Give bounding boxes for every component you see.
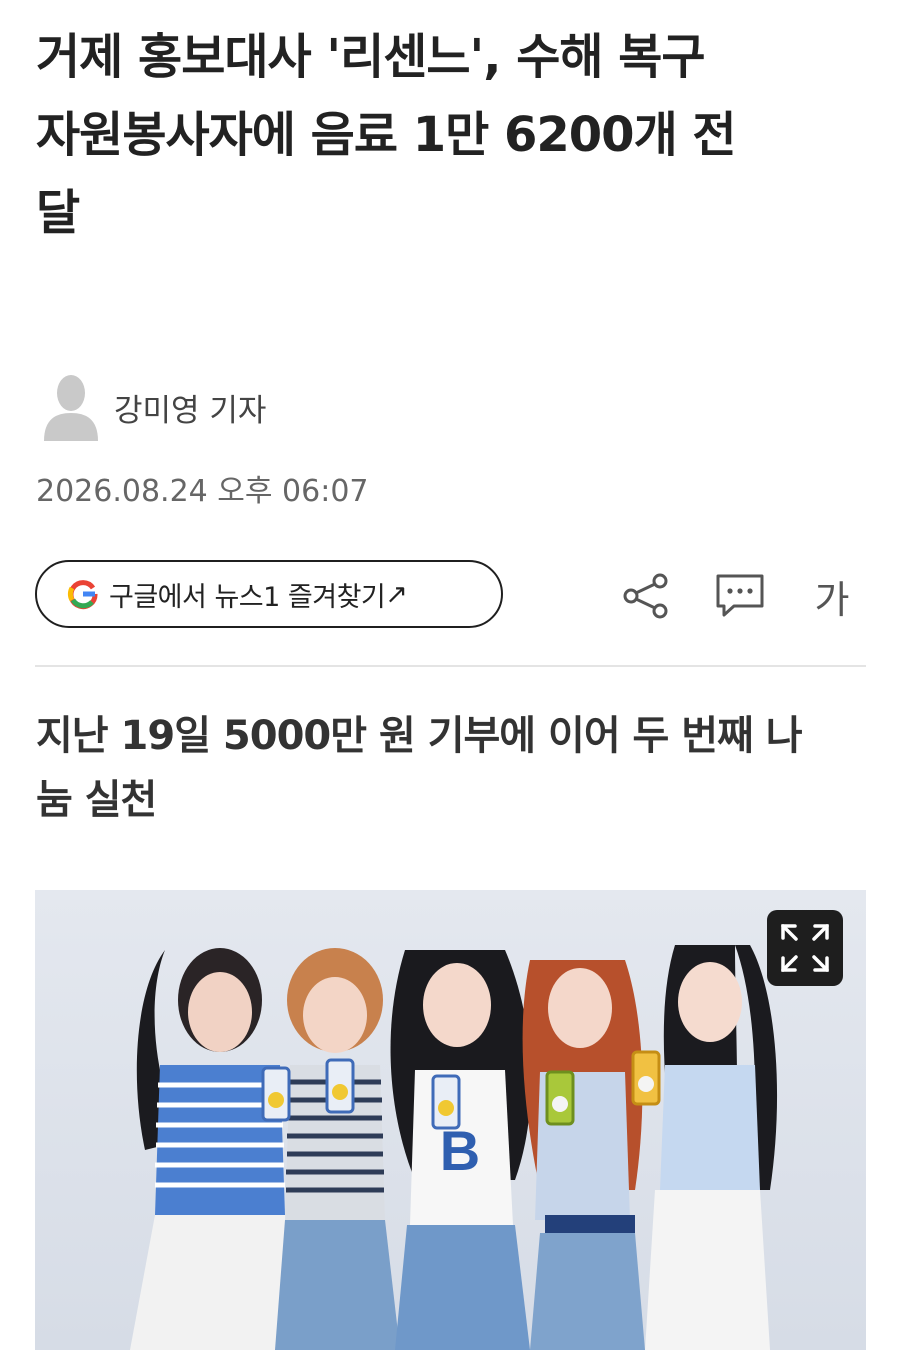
comment-icon xyxy=(716,574,764,617)
headline-line-2: 자원봉사자에 음료 1만 6200개 전 xyxy=(36,107,737,163)
person-silhouette-icon xyxy=(44,375,98,441)
article-photo[interactable]: B xyxy=(35,890,866,1350)
person-4 xyxy=(522,960,645,1350)
publish-datetime: 2026.08.24 오후 06:07 xyxy=(36,474,369,509)
external-arrow-icon: ↗ xyxy=(385,578,408,610)
expand-icon xyxy=(781,924,829,972)
person-5 xyxy=(645,945,778,1350)
subheadline-line-2: 눔 실천 xyxy=(36,777,157,823)
section-divider xyxy=(35,665,866,667)
share-button[interactable] xyxy=(618,570,674,622)
font-size-button[interactable]: 가 xyxy=(804,570,860,622)
article-headline: 거제 홍보대사 '리센느', 수해 복구 자원봉사자에 음료 1만 6200개 … xyxy=(36,18,866,252)
drink-can-2 xyxy=(325,1058,355,1114)
drink-can-5 xyxy=(631,1050,661,1106)
expand-photo-button[interactable] xyxy=(767,910,843,986)
drink-can-4 xyxy=(545,1070,575,1126)
share-icon xyxy=(623,573,668,619)
person-3: B xyxy=(390,950,532,1350)
drink-can-1 xyxy=(261,1066,291,1122)
google-follow-button[interactable]: 구글에서 뉴스1 즐겨찾기 ↗ xyxy=(35,560,503,628)
drink-can-3 xyxy=(431,1074,461,1130)
person-2 xyxy=(275,948,400,1350)
group-photo-illustration: B xyxy=(35,890,866,1350)
subheadline-line-1: 지난 19일 5000만 원 기부에 이어 두 번째 나 xyxy=(36,713,803,759)
headline-line-1: 거제 홍보대사 '리센느', 수해 복구 xyxy=(36,29,706,85)
author-byline: 강미영 기자 xyxy=(40,372,266,442)
font-size-label: 가 xyxy=(814,577,850,622)
google-g-icon xyxy=(67,580,98,610)
headline-line-3: 달 xyxy=(36,185,80,241)
comment-button[interactable] xyxy=(712,570,768,622)
google-follow-label: 구글에서 뉴스1 즐겨찾기 xyxy=(109,581,386,613)
article-subheadline: 지난 19일 5000만 원 기부에 이어 두 번째 나 눔 실천 xyxy=(36,704,866,832)
author-name[interactable]: 강미영 기자 xyxy=(114,385,266,430)
